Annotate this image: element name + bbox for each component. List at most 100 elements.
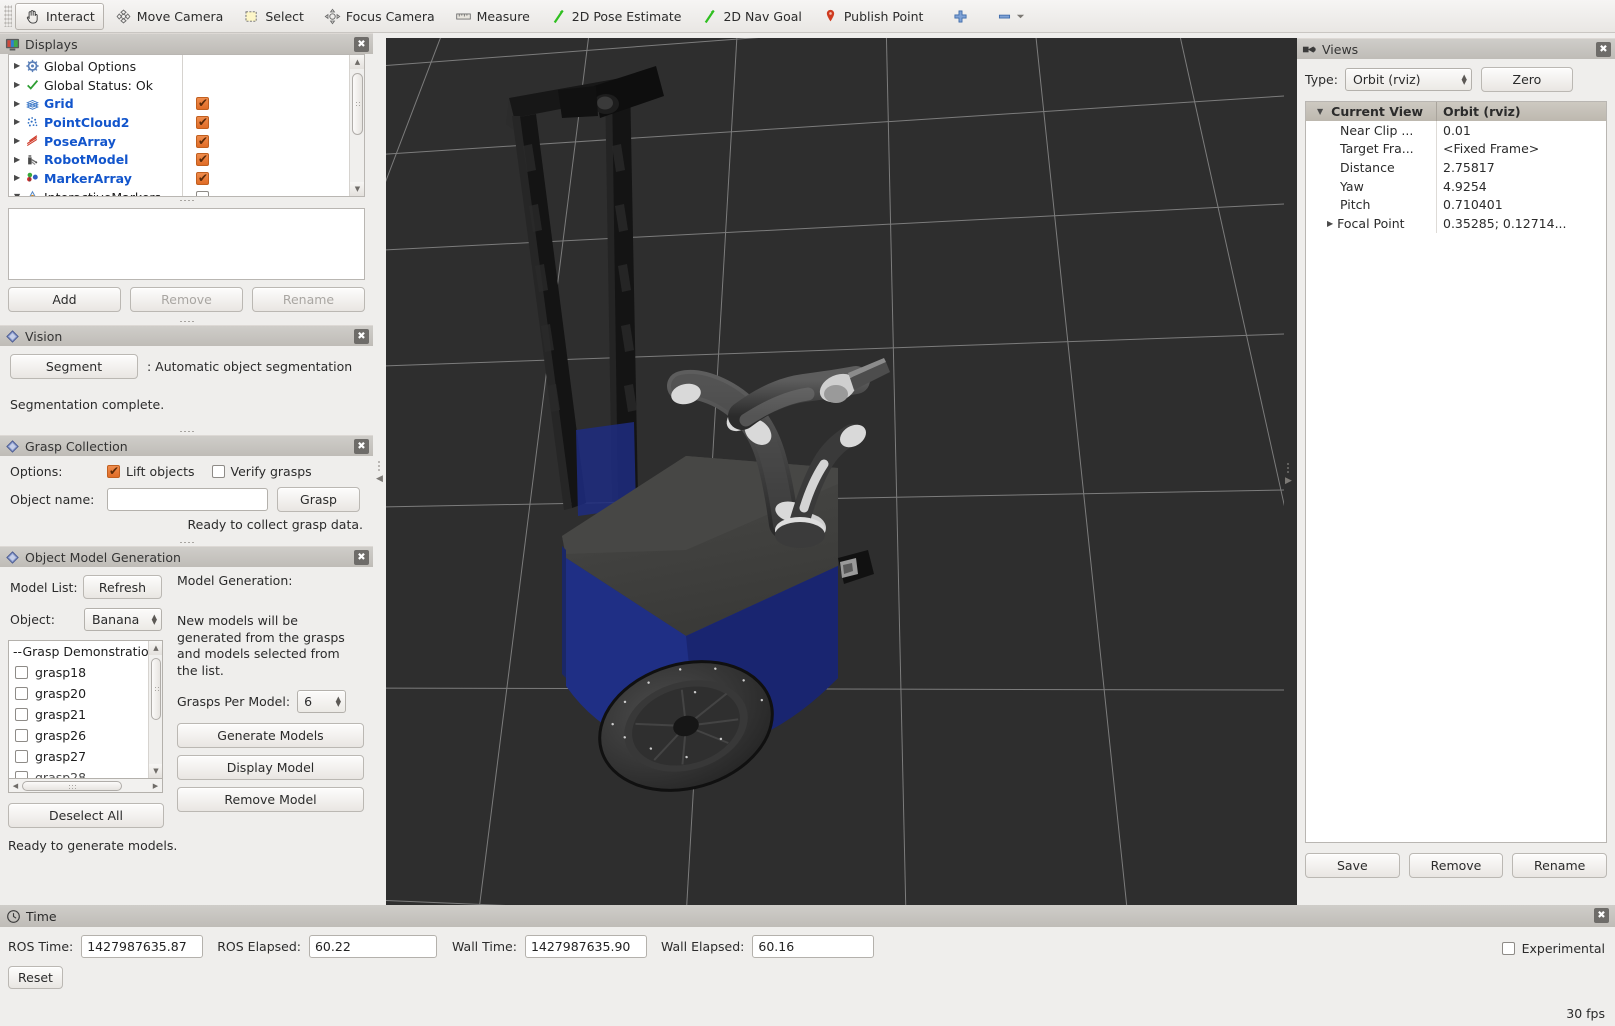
enable-checkbox-pointcloud2-row[interactable] (183, 113, 364, 132)
collapse-triangle-icon[interactable]: ▼ (14, 193, 25, 197)
rename-view-button[interactable]: Rename (1512, 853, 1607, 878)
save-view-button[interactable]: Save (1305, 853, 1400, 878)
list-item[interactable]: grasp18 (9, 662, 162, 683)
vision-splitter[interactable] (0, 318, 373, 325)
displays-tree[interactable]: ▶ Global Options ▶ Global Status: Ok (8, 54, 365, 197)
tool-focus-camera[interactable]: Focus Camera (315, 3, 444, 30)
remove-display-button[interactable]: Remove (130, 287, 243, 312)
display-item-global-status[interactable]: ▶ Global Status: Ok (9, 76, 182, 95)
spinner-arrows-icon[interactable]: ▲▼ (152, 615, 157, 625)
expand-triangle-icon[interactable]: ▶ (14, 62, 25, 70)
zero-view-button[interactable]: Zero (1481, 67, 1573, 92)
table-row[interactable]: Pitch 0.710401 (1306, 195, 1606, 214)
lift-objects-checkbox-row[interactable]: Lift objects (107, 464, 195, 479)
grasp-checkbox[interactable] (15, 771, 28, 779)
enable-checkbox-robotmodel-row[interactable] (183, 150, 364, 169)
wall-elapsed-input[interactable] (752, 935, 874, 958)
toolbar-drag-handle[interactable] (4, 5, 12, 27)
ros-time-input[interactable] (81, 935, 203, 958)
remove-model-button[interactable]: Remove Model (177, 787, 364, 812)
table-row[interactable]: Distance 2.75817 (1306, 158, 1606, 177)
table-row[interactable]: ▶ Focal Point 0.35285; 0.12714... (1306, 214, 1606, 233)
grasp-checkbox[interactable] (15, 687, 28, 700)
display-item-robotmodel[interactable]: ▶ RobotModel (9, 150, 182, 169)
3d-viewport[interactable] (386, 38, 1284, 905)
verify-grasps-checkbox[interactable] (212, 465, 225, 478)
grasp-checkbox[interactable] (15, 666, 28, 679)
expand-triangle-icon[interactable]: ▶ (14, 156, 25, 164)
display-item-grid[interactable]: ▶ Grid (9, 94, 182, 113)
close-icon[interactable]: ✖ (354, 550, 369, 565)
chevron-down-icon[interactable] (1016, 12, 1025, 21)
enable-checkbox-grid-row[interactable] (183, 94, 364, 113)
wall-time-input[interactable] (525, 935, 647, 958)
enable-checkbox-markerarray[interactable] (196, 172, 209, 185)
table-row[interactable]: Yaw 4.9254 (1306, 177, 1606, 196)
collapse-left-icon[interactable]: ◀ (376, 475, 383, 484)
add-display-button[interactable]: Add (8, 287, 121, 312)
spinner-arrows-icon[interactable]: ▲▼ (1462, 75, 1467, 85)
enable-checkbox-markerarray-row[interactable] (183, 169, 364, 188)
grasp-list-vertical-scrollbar[interactable]: ▲ ▼ (148, 641, 162, 778)
experimental-checkbox-row[interactable]: Experimental (1502, 941, 1605, 956)
display-item-pointcloud2[interactable]: ▶ PointCloud2 (9, 113, 182, 132)
display-model-button[interactable]: Display Model (177, 755, 364, 780)
rename-display-button[interactable]: Rename (252, 287, 365, 312)
views-properties-table[interactable]: ▼ Current View Orbit (rviz) Near Clip ..… (1305, 101, 1607, 843)
lift-objects-checkbox[interactable] (107, 465, 120, 478)
tool-select[interactable]: Select (234, 3, 313, 30)
tool-interact[interactable]: Interact (15, 3, 104, 30)
enable-checkbox-posearray-row[interactable] (183, 132, 364, 151)
tool-2d-pose-estimate[interactable]: 2D Pose Estimate (541, 3, 691, 30)
expand-triangle-icon[interactable]: ▶ (14, 174, 25, 182)
enable-checkbox-posearray[interactable] (196, 135, 209, 148)
scroll-left-icon[interactable]: ◀ (9, 782, 22, 790)
close-icon[interactable]: ✖ (1596, 42, 1611, 57)
scroll-down-icon[interactable]: ▼ (350, 182, 365, 196)
object-name-input[interactable] (107, 488, 268, 511)
property-value[interactable]: 0.35285; 0.12714... (1437, 216, 1606, 231)
segment-button[interactable]: Segment (10, 354, 138, 379)
expand-triangle-icon[interactable]: ▶ (14, 118, 25, 126)
close-icon[interactable]: ✖ (354, 329, 369, 344)
property-value[interactable]: 2.75817 (1437, 160, 1606, 175)
enable-checkbox-robotmodel[interactable] (196, 153, 209, 166)
collapse-right-icon[interactable]: ▶ (1285, 477, 1292, 486)
grasp-list[interactable]: --Grasp Demonstratio grasp18 grasp20 gra… (8, 640, 163, 779)
expand-triangle-icon[interactable]: ▶ (14, 100, 25, 108)
expand-triangle-icon[interactable]: ▶ (1327, 219, 1333, 228)
display-item-posearray[interactable]: ▶ PoseArray (9, 132, 182, 151)
tool-measure[interactable]: Measure (446, 3, 539, 30)
grasp-checkbox[interactable] (15, 729, 28, 742)
property-value[interactable]: 4.9254 (1437, 179, 1606, 194)
enable-checkbox-pointcloud2[interactable] (196, 116, 209, 129)
scrollbar-thumb[interactable] (151, 658, 161, 720)
tool-2d-nav-goal[interactable]: 2D Nav Goal (692, 3, 810, 30)
left-dock-splitter[interactable]: ◀ (374, 38, 385, 905)
remove-view-button[interactable]: Remove (1409, 853, 1504, 878)
object-combobox[interactable]: Banana ▲▼ (84, 608, 162, 631)
scroll-up-icon[interactable]: ▲ (350, 55, 365, 69)
spinner-arrows-icon[interactable]: ▲▼ (336, 697, 341, 707)
grasps-per-model-spinner[interactable]: 6 ▲▼ (297, 690, 346, 713)
grasp-checkbox[interactable] (15, 708, 28, 721)
enable-checkbox-interactivemarkers[interactable] (196, 191, 209, 197)
close-icon[interactable]: ✖ (354, 439, 369, 454)
displays-splitter[interactable] (0, 197, 373, 204)
reset-button[interactable]: Reset (8, 966, 63, 989)
tool-move-camera[interactable]: Move Camera (106, 3, 233, 30)
grasp-checkbox[interactable] (15, 750, 28, 763)
list-item[interactable]: grasp20 (9, 683, 162, 704)
scroll-right-icon[interactable]: ▶ (149, 782, 162, 790)
list-item[interactable]: grasp21 (9, 704, 162, 725)
grasp-collection-splitter[interactable] (0, 428, 373, 435)
close-icon[interactable]: ✖ (354, 37, 369, 52)
expand-triangle-icon[interactable]: ▶ (14, 137, 25, 145)
right-dock-splitter[interactable]: ▶ (1284, 38, 1297, 905)
grasp-button[interactable]: Grasp (277, 487, 360, 512)
display-item-global-options[interactable]: ▶ Global Options (9, 57, 182, 76)
collapse-triangle-icon[interactable]: ▼ (1317, 107, 1323, 116)
view-type-combobox[interactable]: Orbit (rviz) ▲▼ (1345, 68, 1472, 91)
list-item[interactable]: grasp26 (9, 725, 162, 746)
refresh-button[interactable]: Refresh (83, 575, 162, 599)
